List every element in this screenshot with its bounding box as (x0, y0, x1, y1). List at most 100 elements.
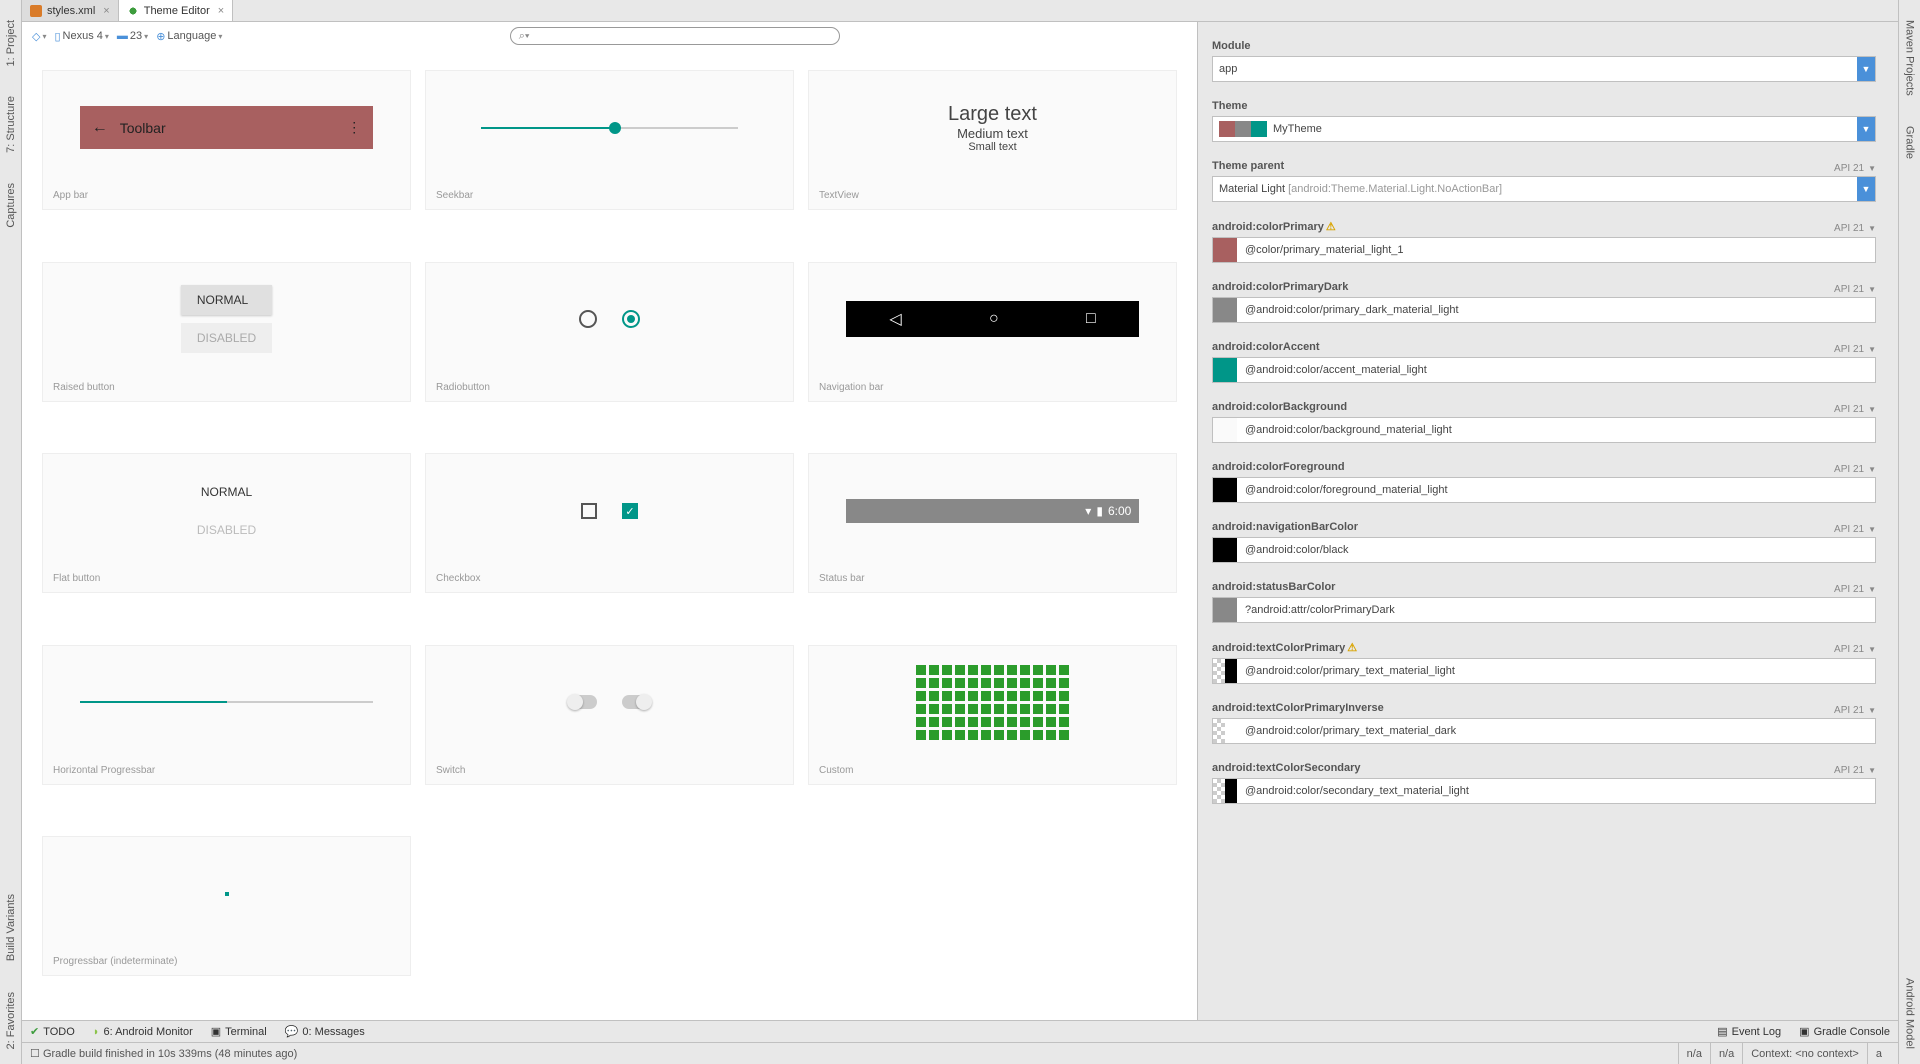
attr-row: android:colorAccent API 21▼ @android:color… (1212, 341, 1876, 383)
color-swatch-icon (1213, 659, 1225, 683)
api-picker[interactable]: ▬23▾ (117, 30, 148, 42)
gradle-console-button[interactable]: ▣Gradle Console (1799, 1025, 1890, 1038)
preview-custom[interactable]: Custom (808, 645, 1177, 785)
color-swatch-icon (1213, 538, 1237, 562)
attr-row: android:textColorPrimaryInverse API 21▼ @a… (1212, 702, 1876, 744)
terminal-button[interactable]: ▣Terminal (211, 1025, 267, 1038)
preview-progressbar-indeterminate[interactable]: Progressbar (indeterminate) (42, 836, 411, 976)
rail-favorites[interactable]: 2: Favorites (3, 977, 19, 1064)
wifi-icon: ▾ (1085, 504, 1091, 518)
attr-value-field[interactable]: @android:color/secondary_text_material_l… (1212, 778, 1876, 804)
status-misc[interactable]: a (1867, 1043, 1890, 1064)
module-label: Module (1212, 40, 1876, 52)
preview-search-input[interactable] (533, 30, 830, 42)
api-tag[interactable]: API 21▼ (1834, 524, 1876, 535)
attr-row: android:navigationBarColor API 21▼ @androi… (1212, 521, 1876, 563)
attr-name: android:colorPrimaryDark (1212, 281, 1348, 293)
attr-value-field[interactable]: @android:color/primary_dark_material_lig… (1212, 297, 1876, 323)
chevron-down-icon[interactable]: ▼ (1857, 117, 1875, 141)
api-tag[interactable]: API 21▼ (1834, 584, 1876, 595)
rail-build-variants[interactable]: Build Variants (3, 879, 19, 976)
custom-grid-icon (916, 665, 1069, 740)
rail-gradle[interactable]: Gradle (1902, 111, 1918, 174)
status-bar: ☐ Gradle build finished in 10s 339ms (48… (22, 1042, 1898, 1064)
attr-value-field[interactable]: ?android:attr/colorPrimaryDark (1212, 597, 1876, 623)
attr-value-field[interactable]: @android:color/foreground_material_light (1212, 477, 1876, 503)
preview-statusbar[interactable]: ▾ ▮ 6:00 Status bar (808, 453, 1177, 593)
api-tag[interactable]: API 21▼ (1834, 464, 1876, 475)
attr-value-field[interactable]: @android:color/primary_text_material_lig… (1212, 658, 1876, 684)
api-tag[interactable]: API 21▼ (1834, 404, 1876, 415)
preview-navbar[interactable]: ◁ ○ □ Navigation bar (808, 262, 1177, 402)
attr-row: android:textColorSecondaryAPI 21▼@androi… (1212, 762, 1876, 804)
api-tag[interactable]: API 21▼ (1834, 163, 1876, 174)
event-log-button[interactable]: ▤Event Log (1717, 1025, 1781, 1038)
attr-value-field[interactable]: @android:color/accent_material_light (1212, 357, 1876, 383)
theme-swatches (1219, 121, 1267, 137)
tab-styles-xml[interactable]: styles.xml × (22, 0, 119, 21)
chevron-down-icon[interactable]: ▼ (1857, 177, 1875, 201)
rail-structure[interactable]: 7: Structure (3, 81, 19, 168)
close-icon[interactable]: × (103, 5, 109, 17)
theme-select[interactable]: MyTheme ▼ (1212, 116, 1876, 142)
attr-value-field[interactable]: @android:color/black (1212, 537, 1876, 563)
locale-picker[interactable]: ⊕Language▾ (156, 30, 222, 43)
preview-seekbar[interactable]: Seekbar (425, 70, 794, 210)
battery-icon: ▮ (1096, 504, 1103, 518)
rail-captures[interactable]: Captures (3, 168, 19, 243)
preview-raised-button[interactable]: NORMAL DISABLED Raised button (42, 262, 411, 402)
api-tag[interactable]: API 21▼ (1834, 644, 1876, 655)
attr-name: android:colorBackground (1212, 401, 1347, 413)
attr-row: android:textColorPrimary⚠API 21▼@android… (1212, 641, 1876, 684)
api-tag[interactable]: API 21▼ (1834, 344, 1876, 355)
preview-hprogress[interactable]: Horizontal Progressbar (42, 645, 411, 785)
todo-button[interactable]: ✔TODO (30, 1025, 75, 1038)
api-tag[interactable]: API 21▼ (1834, 705, 1876, 716)
preview-appbar[interactable]: ← Toolbar ⋮ App bar (42, 70, 411, 210)
close-icon[interactable]: × (218, 5, 224, 17)
status-context[interactable]: Context: <no context> (1742, 1043, 1867, 1064)
tab-theme-editor[interactable]: Theme Editor × (119, 0, 233, 21)
attr-value-field[interactable]: @android:color/background_material_light (1212, 417, 1876, 443)
switch-off-icon (569, 695, 597, 709)
preview-radiobutton[interactable]: Radiobutton (425, 262, 794, 402)
theme-parent-select[interactable]: Material Light [android:Theme.Material.L… (1212, 176, 1876, 202)
preview-flat-button[interactable]: NORMAL DISABLED Flat button (42, 453, 411, 593)
preview-switch[interactable]: Switch (425, 645, 794, 785)
api-tag[interactable]: API 21▼ (1834, 284, 1876, 295)
orientation-picker[interactable]: ◇▾ (32, 30, 46, 43)
device-picker[interactable]: ▯Nexus 4▾ (54, 30, 108, 43)
module-select[interactable]: app ▼ (1212, 56, 1876, 82)
attr-name: android:textColorPrimaryInverse (1212, 702, 1384, 714)
preview-checkbox[interactable]: ✓ Checkbox (425, 453, 794, 593)
preview-search[interactable]: ⌕▾ (510, 27, 840, 45)
editor-tabs: styles.xml × Theme Editor × (22, 0, 1898, 22)
preview-textview[interactable]: Large text Medium text Small text TextVi… (808, 70, 1177, 210)
attr-value-text: @android:color/accent_material_light (1245, 364, 1427, 376)
rail-android-model[interactable]: Android Model (1902, 963, 1918, 1064)
theme-parent-label: Theme parent (1212, 160, 1284, 172)
color-swatch-icon (1225, 659, 1237, 683)
attr-name: android:colorAccent (1212, 341, 1320, 353)
switch-on-icon (622, 695, 650, 709)
nav-home-icon: ○ (989, 310, 999, 328)
checkbox-unchecked-icon (581, 503, 597, 519)
nav-recent-icon: □ (1086, 310, 1096, 328)
chevron-down-icon[interactable]: ▼ (1857, 57, 1875, 81)
checkbox-checked-icon: ✓ (622, 503, 638, 519)
messages-button[interactable]: 💬0: Messages (285, 1025, 365, 1038)
android-monitor-button[interactable]: ◗6: Android Monitor (93, 1026, 193, 1038)
color-swatch-icon (1225, 779, 1237, 803)
theme-label: Theme (1212, 100, 1876, 112)
attr-name: android:navigationBarColor (1212, 521, 1358, 533)
properties-pane: Module app ▼ Theme MyTheme ▼ (1198, 22, 1898, 1020)
api-tag[interactable]: API 21▼ (1834, 223, 1876, 234)
attr-value-field[interactable]: @color/primary_material_light_1 (1212, 237, 1876, 263)
warning-icon: ⚠ (1326, 221, 1336, 233)
status-na2: n/a (1710, 1043, 1742, 1064)
warning-icon: ⚠ (1347, 642, 1357, 654)
api-tag[interactable]: API 21▼ (1834, 765, 1876, 776)
attr-value-field[interactable]: @android:color/primary_text_material_dar… (1212, 718, 1876, 744)
rail-project[interactable]: 1: Project (3, 5, 19, 81)
rail-maven[interactable]: Maven Projects (1902, 5, 1918, 111)
